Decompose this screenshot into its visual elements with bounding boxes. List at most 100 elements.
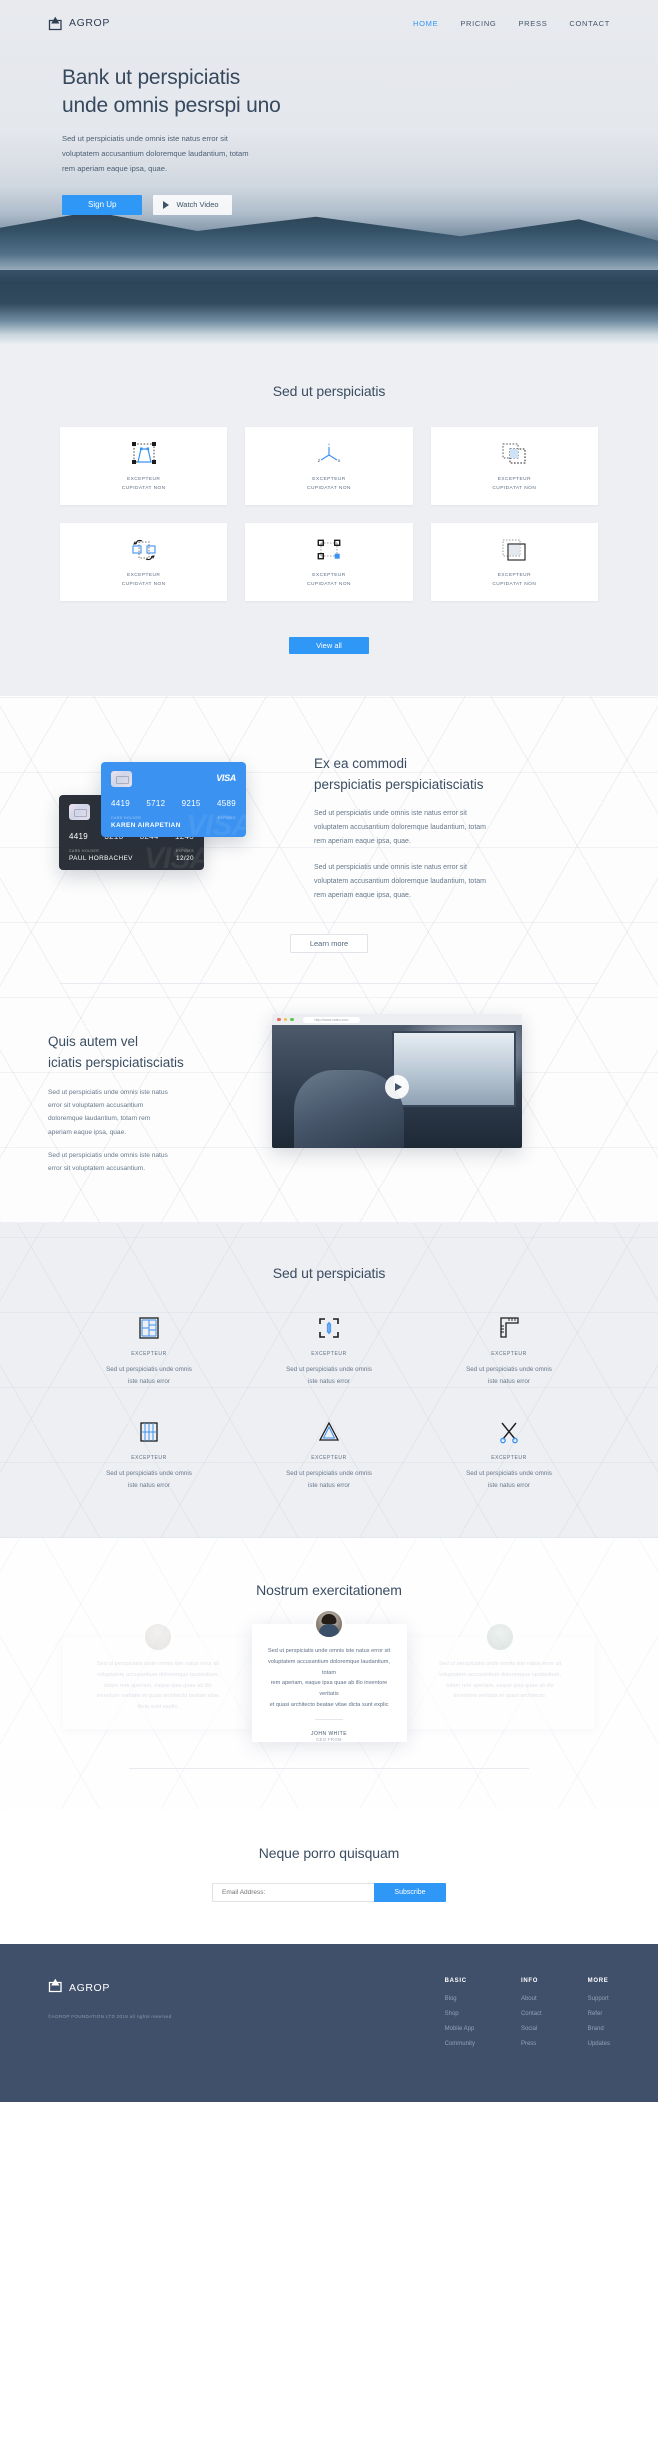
duplicate-frame-icon [500, 535, 528, 565]
testimonial-card-active[interactable]: Sed ut perspiciatis unde omnis iste natu… [251, 1607, 407, 1742]
footer-link[interactable]: Refer [588, 2011, 610, 2017]
feature-item[interactable]: EXCEPTEUR Sed ut perspiciatis unde omnis… [419, 1417, 599, 1491]
footer-column-more: MORE Support Refer Brand Updates [588, 1978, 610, 2056]
footer-link[interactable]: Contact [521, 2011, 542, 2017]
view-all-button[interactable]: View all [289, 637, 369, 654]
footer-link[interactable]: Blog [445, 1996, 475, 2002]
footer-copyright: ©AGROP FOUNDATION LTD 2018 all rights re… [48, 2013, 172, 2019]
service-card[interactable]: EXCEPTEUR CUPIDATAT NON [430, 523, 598, 601]
watch-video-button[interactable]: Watch Video [153, 194, 232, 215]
features-section: Sed ut perspiciatis EXCEPTEUR Sed ut per… [0, 1223, 658, 1538]
feature-description: Sed ut perspiciatis unde omnis iste natu… [286, 1366, 372, 1385]
email-input[interactable] [212, 1882, 374, 1902]
testimonial-card-next[interactable]: Sed ut perspiciatis unde omnis iste natu… [405, 1620, 595, 1729]
view-all-wrapper: View all [0, 635, 658, 654]
footer-link[interactable]: Press [521, 2041, 542, 2047]
testimonial-card-previous[interactable]: Sed ut perspiciatis unde omnis iste natu… [63, 1620, 253, 1729]
service-card-label: EXCEPTEUR CUPIDATAT NON [492, 573, 537, 587]
footer-brand-name: AGROP [69, 1981, 110, 1994]
service-card[interactable]: EXCEPTEUR CUPIDATAT NON [245, 523, 413, 601]
service-card-label: EXCEPTEUR CUPIDATAT NON [121, 573, 166, 587]
card-number-group: 9215 [181, 799, 201, 808]
card-number-group: 4419 [111, 799, 130, 808]
svg-text:X: X [338, 458, 341, 463]
feature-title: EXCEPTEUR [311, 1351, 347, 1358]
feature-item[interactable]: EXCEPTEUR Sed ut perspiciatis unde omnis… [419, 1313, 599, 1387]
visa-logo: VISA [216, 773, 236, 783]
footer-link[interactable]: Updates [588, 2041, 610, 2047]
learn-more-wrapper: Learn more [0, 933, 658, 954]
feature-item[interactable]: EXCEPTEUR Sed ut perspiciatis unde omnis… [59, 1417, 239, 1491]
service-card[interactable]: EXCEPTEUR CUPIDATAT NON [430, 427, 598, 505]
card-number-group: 4589 [216, 799, 236, 808]
nav-item-home[interactable]: HOME [413, 19, 438, 28]
nav-item-press[interactable]: PRESS [518, 19, 547, 28]
footer-link[interactable]: About [521, 1996, 542, 2002]
testimonials-title: Nostrum exercitationem [256, 1581, 402, 1598]
service-card-label: EXCEPTEUR CUPIDATAT NON [492, 477, 537, 491]
card-footer-dark: CARD HOLDER EXPIRES PAUL HORBACHEV 12/20 [69, 849, 194, 862]
footer-column-heading: INFO [520, 1977, 539, 1984]
footer-link[interactable]: Shop [445, 2011, 475, 2017]
nav-item-pricing[interactable]: PRICING [460, 19, 496, 28]
feature-title: EXCEPTEUR [131, 1351, 167, 1358]
brand-name: AGROP [69, 17, 110, 29]
commodi-text-column: Ex ea commodi perspiciatis perspiciatisc… [298, 740, 610, 903]
testimonials-carousel: Sed ut perspiciatis unde omnis iste natu… [0, 1607, 658, 1742]
footer-column-basic: BASIC Blog Shop Mobile App Community [445, 1978, 475, 2056]
features-title: Sed ut perspiciatis [272, 1265, 386, 1282]
card-number-group: 5712 [146, 799, 166, 808]
browser-chrome-bar: http://www.video.com [272, 1014, 522, 1026]
scissors-icon [433, 1417, 585, 1447]
svg-text:Z: Z [318, 458, 321, 463]
feature-item[interactable]: EXCEPTEUR Sed ut perspiciatis unde omnis… [59, 1313, 239, 1387]
feature-description: Sed ut perspiciatis unde omnis iste natu… [106, 1366, 192, 1385]
testimonial-separator [315, 1719, 343, 1721]
learn-more-button[interactable]: Learn more [290, 934, 368, 954]
feature-description: Sed ut perspiciatis unde omnis iste natu… [466, 1470, 552, 1490]
page-footer: AGROP ©AGROP FOUNDATION LTD 2018 all rig… [0, 1943, 658, 2102]
play-button[interactable] [385, 1074, 409, 1099]
footer-link[interactable]: Brand [588, 2026, 610, 2032]
feature-description: Sed ut perspiciatis unde omnis iste natu… [106, 1470, 192, 1490]
footer-link[interactable]: Community [445, 2041, 475, 2047]
testimonials-divider [129, 1767, 529, 1769]
minimize-dot-icon [283, 1017, 287, 1022]
service-card[interactable]: EXCEPTEUR CUPIDATAT NON [60, 523, 228, 601]
card-holder-name: PAUL HORBACHEV [69, 855, 133, 862]
footer-brand-block: AGROP ©AGROP FOUNDATION LTD 2018 all rig… [48, 1978, 348, 2056]
testimonial-quote: Sed ut perspiciatis unde omnis iste natu… [96, 1660, 220, 1711]
commodi-row: VISA 4419 3213 3244 1243 CARD HOLDER EXP… [0, 696, 658, 903]
services-section: Sed ut perspiciatis EXCEPTEUR CUPIDATAT … [0, 345, 658, 696]
sign-up-button[interactable]: Sign Up [62, 194, 143, 215]
testimonials-section: Nostrum exercitationem Sed ut perspiciat… [0, 1537, 658, 1809]
avatar [142, 1620, 174, 1653]
grid-layout-icon [73, 1313, 225, 1343]
anchor-points-icon [315, 535, 343, 565]
service-card[interactable]: Y Z X EXCEPTEUR CUPIDATAT NON [245, 427, 413, 505]
card-holder-name: KAREN AIRAPETIAN [111, 822, 181, 829]
subscribe-button[interactable]: Subscribe [374, 1882, 446, 1902]
footer-link[interactable]: Support [588, 1996, 610, 2002]
brand-logo[interactable]: AGROP [48, 16, 110, 31]
video-player[interactable]: http://www.video.com [272, 1014, 522, 1149]
feature-item[interactable]: EXCEPTEUR Sed ut perspiciatis unde omnis… [239, 1313, 419, 1387]
commodi-paragraph-1: Sed ut perspiciatis unde omnis iste natu… [314, 810, 486, 846]
card-holder-caption: CARD HOLDER [69, 849, 100, 853]
video-frame [272, 1025, 522, 1149]
footer-link[interactable]: Mobile App [445, 2026, 475, 2032]
footer-link[interactable]: Social [521, 2026, 542, 2032]
hero-title: Bank ut perspiciatis unde omnis pesrspi … [62, 66, 281, 117]
feature-item[interactable]: EXCEPTEUR Sed ut perspiciatis unde omnis… [239, 1417, 419, 1491]
hero-description: Sed ut perspiciatis unde omnis iste natu… [62, 134, 249, 174]
nav-item-contact[interactable]: CONTACT [569, 19, 610, 28]
main-nav: HOME PRICING PRESS CONTACT [413, 19, 610, 28]
service-card[interactable]: EXCEPTEUR CUPIDATAT NON [60, 427, 228, 505]
footer-logo[interactable]: AGROP [48, 1978, 348, 1998]
crop-frame-icon [253, 1313, 405, 1343]
card-expires-caption: EXPIRES [175, 849, 194, 853]
newsletter-section: Neque porro quisquam Subscribe [0, 1808, 658, 1944]
avatar-hair [321, 1613, 337, 1624]
footer-column-heading: MORE [587, 1977, 609, 1984]
video-url-bar[interactable]: http://www.video.com [302, 1016, 361, 1023]
